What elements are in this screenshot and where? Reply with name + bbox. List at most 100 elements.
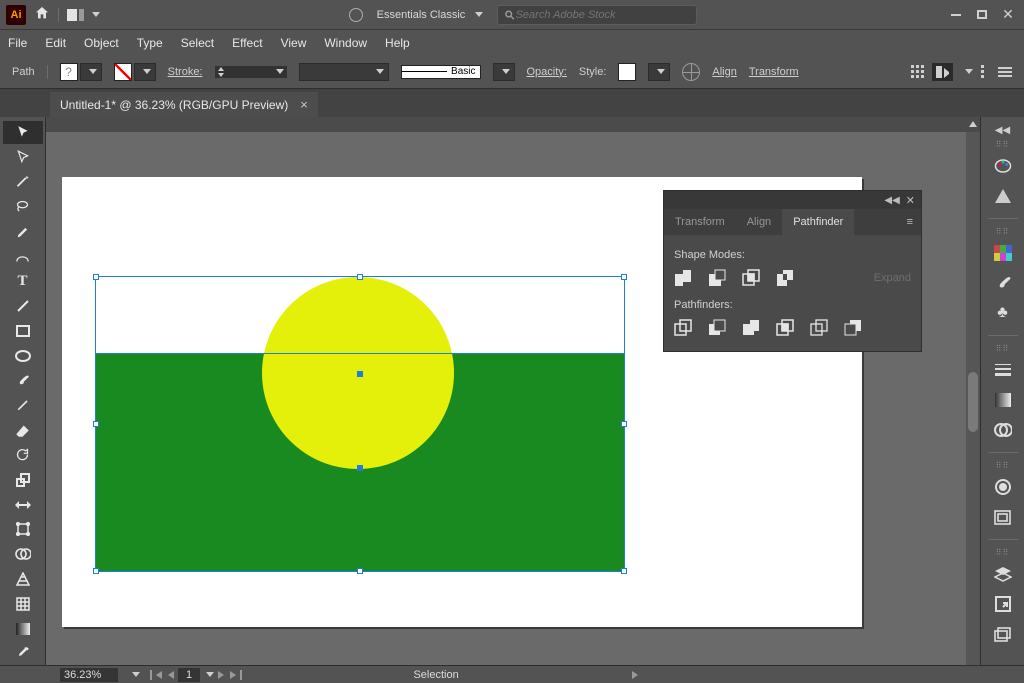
- color-panel-icon[interactable]: [991, 154, 1015, 178]
- align-to-grid-icon[interactable]: [911, 65, 924, 78]
- panel-more-icon[interactable]: [965, 69, 973, 74]
- panel-tab-pathfinder[interactable]: Pathfinder: [782, 209, 854, 235]
- transform-link[interactable]: Transform: [749, 66, 799, 78]
- status-more-icon[interactable]: [632, 671, 638, 679]
- magic-wand-tool[interactable]: [3, 171, 43, 194]
- menu-edit[interactable]: Edit: [45, 36, 66, 50]
- pathfinder-trim-icon[interactable]: [708, 319, 726, 337]
- style-swatch[interactable]: [618, 63, 636, 81]
- window-close-icon[interactable]: ✕: [998, 7, 1018, 23]
- stock-search-input[interactable]: [516, 9, 691, 21]
- panel-grip[interactable]: ⠿⠿: [996, 346, 1010, 352]
- panel-grip[interactable]: ⠿⠿: [996, 550, 1010, 556]
- next-artboard-icon[interactable]: [218, 671, 224, 679]
- rectangle-tool[interactable]: [3, 320, 43, 343]
- shape-builder-tool[interactable]: [3, 543, 43, 566]
- workspace-switcher[interactable]: Essentials Classic: [377, 9, 484, 21]
- swatches-panel-icon[interactable]: [991, 241, 1015, 265]
- brush-preset[interactable]: Basic: [401, 65, 481, 79]
- layers-panel-icon[interactable]: [991, 562, 1015, 586]
- pathfinder-merge-icon[interactable]: [742, 319, 760, 337]
- brush-dropdown[interactable]: [493, 63, 515, 81]
- panel-close-icon[interactable]: ✕: [906, 194, 915, 207]
- artboard-menu-icon[interactable]: [206, 672, 214, 677]
- eyedropper-tool[interactable]: [3, 642, 43, 665]
- curvature-tool[interactable]: [3, 245, 43, 268]
- panel-tab-transform[interactable]: Transform: [664, 209, 736, 235]
- shape-circle[interactable]: [262, 277, 454, 469]
- first-artboard-icon[interactable]: [156, 671, 162, 679]
- panel-flyout-icon[interactable]: ◀◀: [995, 125, 1010, 136]
- pen-tool[interactable]: [3, 220, 43, 243]
- selection-tool[interactable]: [3, 121, 43, 144]
- menu-type[interactable]: Type: [137, 36, 163, 50]
- mesh-tool[interactable]: [3, 592, 43, 615]
- align-link[interactable]: Align: [712, 66, 736, 78]
- isolate-icon[interactable]: [932, 63, 953, 81]
- gradient-tool[interactable]: [3, 617, 43, 640]
- gradient-panel-icon[interactable]: [991, 388, 1015, 412]
- menu-file[interactable]: File: [8, 36, 27, 50]
- lasso-tool[interactable]: [3, 195, 43, 218]
- shapemode-exclude-icon[interactable]: [776, 269, 794, 287]
- stroke-weight[interactable]: [215, 66, 287, 78]
- menu-view[interactable]: View: [281, 36, 307, 50]
- shapemode-unite-icon[interactable]: [674, 269, 692, 287]
- pencil-tool[interactable]: [3, 394, 43, 417]
- menu-effect[interactable]: Effect: [232, 36, 262, 50]
- panel-grip[interactable]: ⠿⠿: [996, 142, 1010, 148]
- appearance-panel-icon[interactable]: [991, 475, 1015, 499]
- pathfinder-crop-icon[interactable]: [776, 319, 794, 337]
- panel-tab-align[interactable]: Align: [736, 209, 782, 235]
- opacity-label[interactable]: Opacity:: [527, 66, 567, 78]
- stroke-swatch[interactable]: [114, 63, 132, 81]
- direct-selection-tool[interactable]: [3, 146, 43, 169]
- window-minimize-icon[interactable]: [946, 7, 966, 23]
- panel-grip[interactable]: ⠿⠿: [996, 463, 1010, 469]
- brushes-panel-icon[interactable]: [991, 271, 1015, 295]
- stroke-dropdown[interactable]: [134, 63, 156, 81]
- artboards-panel-icon[interactable]: [991, 622, 1015, 646]
- document-tab[interactable]: Untitled-1* @ 36.23% (RGB/GPU Preview) ×: [50, 92, 318, 117]
- menu-window[interactable]: Window: [324, 36, 367, 50]
- menu-help[interactable]: Help: [385, 36, 410, 50]
- graphic-styles-panel-icon[interactable]: [991, 505, 1015, 529]
- recolor-icon[interactable]: [682, 63, 700, 81]
- prev-artboard-icon[interactable]: [168, 671, 174, 679]
- pathfinder-minus-back-icon[interactable]: [844, 319, 862, 337]
- artboard-number[interactable]: 1: [178, 668, 200, 682]
- menu-icon[interactable]: [981, 65, 984, 78]
- transparency-panel-icon[interactable]: [991, 418, 1015, 442]
- layout-switch[interactable]: [67, 9, 100, 21]
- menu-object[interactable]: Object: [84, 36, 119, 50]
- zoom-level[interactable]: 36.23%: [60, 668, 118, 682]
- color-guide-icon[interactable]: [991, 184, 1015, 208]
- last-artboard-icon[interactable]: [230, 671, 236, 679]
- asset-export-panel-icon[interactable]: [991, 592, 1015, 616]
- window-maximize-icon[interactable]: [972, 7, 992, 23]
- menu-select[interactable]: Select: [181, 36, 214, 50]
- shapemode-minus-front-icon[interactable]: [708, 269, 726, 287]
- type-tool[interactable]: T: [3, 270, 43, 293]
- perspective-tool[interactable]: [3, 568, 43, 591]
- vertical-scrollbar[interactable]: [966, 132, 980, 665]
- rotate-tool[interactable]: [3, 444, 43, 467]
- zoom-menu-icon[interactable]: [132, 672, 140, 677]
- eraser-tool[interactable]: [3, 419, 43, 442]
- home-icon[interactable]: [34, 5, 50, 24]
- canvas[interactable]: ◀◀ ✕ Transform Align Pathfinder ≡ Shape …: [46, 117, 980, 665]
- width-tool[interactable]: [3, 493, 43, 516]
- pathfinder-divide-icon[interactable]: [674, 319, 692, 337]
- symbols-panel-icon[interactable]: ♣: [991, 301, 1015, 325]
- pathfinder-outline-icon[interactable]: [810, 319, 828, 337]
- stroke-panel-icon[interactable]: [991, 358, 1015, 382]
- fill-dropdown[interactable]: [80, 63, 102, 81]
- paintbrush-tool[interactable]: [3, 369, 43, 392]
- free-transform-tool[interactable]: [3, 518, 43, 541]
- tips-icon[interactable]: [349, 8, 363, 22]
- ellipse-tool[interactable]: [3, 344, 43, 367]
- panel-grip[interactable]: ⠿⠿: [996, 229, 1010, 235]
- panel-menu-icon[interactable]: ≡: [899, 209, 921, 235]
- stroke-profile[interactable]: [299, 63, 389, 81]
- line-tool[interactable]: [3, 295, 43, 318]
